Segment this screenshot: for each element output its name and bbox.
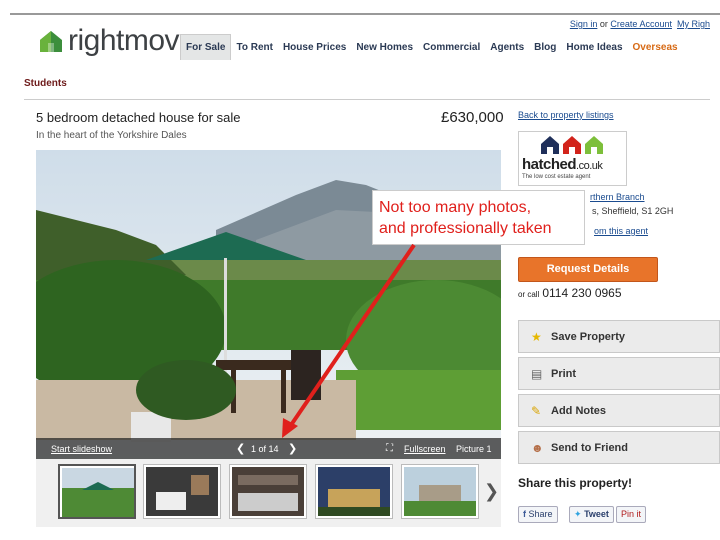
pinterest-button[interactable]: Pin it [616,506,647,523]
thumbnail-3[interactable] [229,464,307,519]
main-nav: For Sale To Rent House Prices New Homes … [180,34,683,60]
share-title: Share this property! [518,476,633,490]
nav-overseas[interactable]: Overseas [628,34,683,60]
nav-home-ideas[interactable]: Home Ideas [561,34,627,60]
thumbnail-image [146,467,218,516]
annotation-line-1: Not too many photos, [379,199,532,216]
thumbnail-4[interactable] [315,464,393,519]
thumbnail-image [62,468,134,517]
more-from-agent-link[interactable]: om this agent [594,226,648,236]
back-to-listings-link[interactable]: Back to property listings [518,110,614,120]
thumbnail-image [404,467,476,516]
thumbnail-image [318,467,390,516]
add-notes-label: Add Notes [551,405,606,417]
thumbnail-2[interactable] [143,464,221,519]
agent-tagline: The low cost estate agent [522,174,591,180]
nav-agents[interactable]: Agents [485,34,529,60]
bird-icon: ✦ [574,509,582,519]
send-to-friend-button[interactable]: ☻ Send to Friend [518,431,720,464]
nav-blog[interactable]: Blog [529,34,561,60]
nav-to-rent[interactable]: To Rent [231,34,277,60]
agent-address: s, Sheffield, S1 2GH [592,206,674,216]
printer-icon: ▤ [531,367,543,381]
rightmove-logo[interactable]: rightmove [38,24,196,58]
account-links: Sign in or Create Account My Righ [570,19,710,29]
photo-counter: 1 of 14 [251,444,279,454]
top-rule [10,13,720,15]
fullscreen-icon[interactable]: ⛶ [386,443,393,454]
listing-subtitle: In the heart of the Yorkshire Dales [36,130,187,141]
print-label: Print [551,368,577,380]
person-icon: ☻ [531,441,544,455]
print-button[interactable]: ▤ Print [518,357,720,390]
pencil-icon: ✎ [531,404,542,418]
request-details-button[interactable]: Request Details [518,257,658,282]
chevron-left-icon[interactable]: ❮ [236,442,245,455]
houses-icon [541,136,603,154]
nav-new-homes[interactable]: New Homes [351,34,418,60]
chevron-right-icon[interactable]: ❯ [288,442,297,455]
divider [24,99,710,100]
star-icon: ★ [531,330,542,344]
logo-text: rightmove [68,24,196,57]
annotation-note: Not too many photos, and professionally … [372,190,585,245]
sign-in-link[interactable]: Sign in [570,19,598,29]
agent-branch-link[interactable]: rthern Branch [590,192,645,202]
or-text: or [599,19,608,29]
add-notes-button[interactable]: ✎ Add Notes [518,394,720,427]
save-property-button[interactable]: ★ Save Property [518,320,720,353]
phone-number: or call 0114 230 0965 [518,286,622,300]
thumbnail-strip [36,459,501,527]
listing-price: £630,000 [441,109,504,126]
thumbnail-5[interactable] [401,464,479,519]
photo-toolbar: Start slideshow ❮ 1 of 14 ❯ ⛶ Fullscreen… [36,438,501,460]
annotation-line-2: and professionally taken [379,220,552,237]
house-icon [40,31,62,52]
facebook-icon: f [523,509,526,519]
nav-commercial[interactable]: Commercial [418,34,485,60]
thumbnail-image [232,467,304,516]
agent-logo[interactable]: hatched.co.uk The low cost estate agent [518,131,627,186]
start-slideshow-link[interactable]: Start slideshow [51,444,112,454]
listing-title: 5 bedroom detached house for sale [36,110,241,125]
twitter-tweet-button[interactable]: ✦ Tweet [569,506,614,523]
nav-house-prices[interactable]: House Prices [278,34,351,60]
create-account-link[interactable]: Create Account [610,19,672,29]
thumbnail-1[interactable] [58,464,136,519]
picture-label: Picture 1 [456,444,492,454]
facebook-share-button[interactable]: f Share [518,506,558,523]
agent-logo-text: hatched.co.uk [522,156,603,173]
send-to-friend-label: Send to Friend [551,442,628,454]
chevron-right-icon[interactable]: ❯ [484,481,499,502]
my-rightmove-link[interactable]: My Righ [677,19,710,29]
fullscreen-link[interactable]: Fullscreen [404,444,446,454]
nav-for-sale[interactable]: For Sale [180,34,232,60]
save-property-label: Save Property [551,331,625,343]
students-link[interactable]: Students [24,78,67,89]
